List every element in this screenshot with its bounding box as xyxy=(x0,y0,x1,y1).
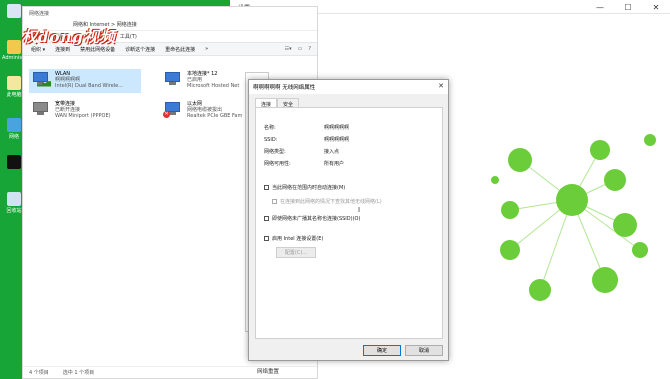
baidu-slogan: 解决你所有生活问题 xyxy=(537,365,614,374)
maximize-button[interactable]: ☐ xyxy=(614,0,642,14)
explorer-titlebar: 网络连接 xyxy=(23,7,317,19)
modem-icon xyxy=(31,101,51,117)
connection-adapter: WAN Miniport (PPPOE) xyxy=(55,113,111,119)
connection-adapter: Intel(R) Dual Band Wirele... xyxy=(55,83,124,89)
connection-panel: 名称: 啊啊啊啊啊 SSID: 啊啊啊啊啊 网络类型: 接入点 网络可用性: 所有用户 … xyxy=(255,107,443,339)
mouse-cursor-icon: I xyxy=(358,206,361,214)
menu-tools[interactable]: 工具(T) xyxy=(120,33,137,40)
dialog-title: 啊啊啊啊啊 无线网络属性 xyxy=(253,85,316,91)
help-icon[interactable]: ? xyxy=(308,46,311,52)
field-availability: 网络可用性: 所有用户 xyxy=(264,161,345,167)
close-icon[interactable]: ✕ xyxy=(438,82,444,90)
field-ssid: SSID: 啊啊啊啊啊 xyxy=(264,137,350,143)
app-icon xyxy=(7,155,21,169)
configure-button: 配置(C)... xyxy=(276,247,316,258)
view-options-icon[interactable]: ☷▾ xyxy=(285,46,292,52)
close-button[interactable]: ✕ xyxy=(642,0,670,14)
network-icon xyxy=(7,118,21,132)
intel-settings-checkbox[interactable]: 启用 Intel 连接设置(E) xyxy=(264,235,323,242)
field-network-type: 网络类型: 接入点 xyxy=(264,149,340,155)
preview-pane-icon[interactable]: ▭ xyxy=(298,46,303,52)
network-reset-link[interactable]: 网络重置 xyxy=(257,367,279,375)
decorative-hub-graphic xyxy=(491,134,656,301)
auto-connect-checkbox[interactable]: 当此网络在范围内时自动连接(M) xyxy=(264,184,345,191)
connection-adapter: Microsoft Hosted Net xyxy=(187,83,240,89)
wireless-adapter-icon: ▂▄▆ xyxy=(31,71,51,87)
selected-count: 选中 1 个项目 xyxy=(62,370,95,376)
computer-icon xyxy=(7,76,21,90)
diagnose-button[interactable]: 诊断这个连接 xyxy=(125,46,155,53)
connection-wlan[interactable]: ▂▄▆ WLAN 啊啊啊啊啊 Intel(R) Dual Band Wirele… xyxy=(29,69,141,93)
rename-button[interactable]: 重命名此连接 xyxy=(165,46,195,53)
folder-icon xyxy=(7,40,21,54)
connect-hidden-ssid-checkbox[interactable]: 即使网络未广播其名称也连接(SSID)(O) xyxy=(264,215,360,222)
window-title: 网络连接 xyxy=(29,10,50,17)
wireless-properties-dialog: 啊啊啊啊啊 无线网络属性 ✕ 连接 安全 名称: 啊啊啊啊啊 SSID: 啊啊啊啊啊… xyxy=(248,79,449,361)
connection-adapter: Realtek PCIe GBE Fam xyxy=(187,113,243,119)
trash-icon xyxy=(7,192,21,206)
more-button[interactable]: » xyxy=(205,46,208,52)
video-watermark-logo: 权dong视频 xyxy=(22,28,116,46)
dialog-titlebar: 啊啊啊啊啊 无线网络属性 ✕ xyxy=(249,80,448,94)
item-count: 4 个项目 xyxy=(29,370,49,376)
look-for-other-networks-checkbox: 在连接到此网络的情况下查找其他无线网络(L) xyxy=(272,198,382,205)
connection-broadband[interactable]: 宽带连接 已断开连接 WAN Miniport (PPPOE) xyxy=(29,99,141,123)
baidu-jingyan-logo: Baidu经验 xyxy=(536,344,630,365)
minimize-button[interactable]: — xyxy=(586,0,614,14)
cancel-button[interactable]: 取消 xyxy=(405,345,443,356)
ethernet-disconnected-icon: ✕ xyxy=(163,101,183,118)
recycle-bin-icon xyxy=(7,4,21,18)
ok-button[interactable]: 确定 xyxy=(363,345,401,356)
field-name: 名称: 啊啊啊啊啊 xyxy=(264,125,350,131)
network-adapter-icon xyxy=(163,71,183,87)
